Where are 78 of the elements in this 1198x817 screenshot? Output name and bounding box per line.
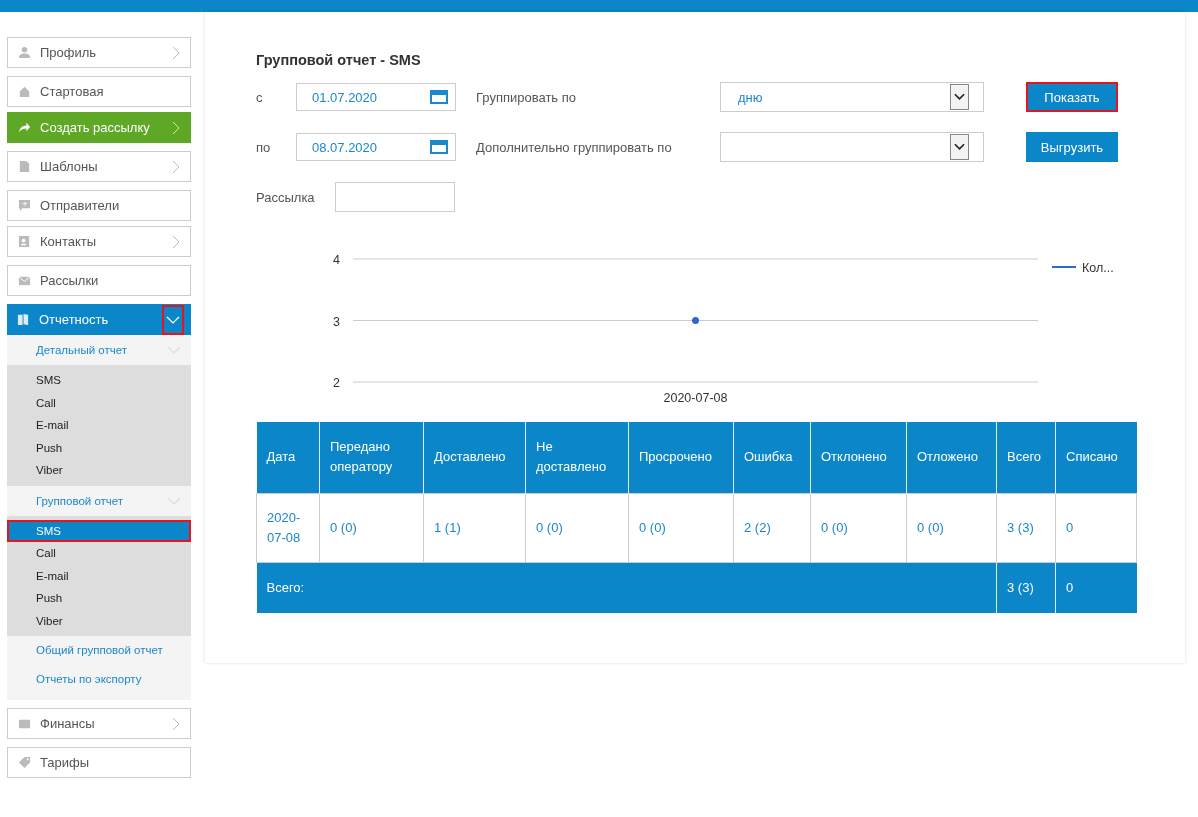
export-button[interactable]: Выгрузить	[1026, 132, 1118, 162]
submenu-item[interactable]: Viber	[7, 459, 191, 482]
submenu-item[interactable]: E-mail	[7, 564, 191, 587]
x-tick-label: 2020-07-08	[663, 391, 728, 405]
totals-cell: 0	[1055, 562, 1137, 613]
table-cell: 2020-07-08	[256, 493, 320, 562]
totals-label: Всего:	[256, 562, 997, 613]
submenu-item[interactable]: Push	[7, 436, 191, 459]
column-header: Дата	[256, 422, 320, 493]
y-tick-label: 3	[333, 314, 340, 329]
totals-cell: 3 (3)	[996, 562, 1056, 613]
data-point	[692, 317, 699, 324]
group-by-select[interactable]: дню	[720, 82, 984, 112]
book-icon	[17, 313, 30, 326]
y-tick-label: 2	[333, 376, 340, 390]
submenu-item[interactable]: Call	[7, 542, 191, 565]
column-header: Списано	[1055, 422, 1137, 493]
table-cell: 0 (0)	[810, 493, 907, 562]
sidebar-item[interactable]: Стартовая	[7, 76, 191, 107]
sidebar-item[interactable]: Отправители	[7, 190, 191, 221]
sidebar-item[interactable]: Рассылки	[7, 265, 191, 296]
mailing-field[interactable]	[334, 182, 455, 212]
group-by-extra-label: Дополнительно группировать по	[475, 139, 673, 155]
table-cell: 0 (0)	[525, 493, 629, 562]
sidebar-item[interactable]: Шаблоны	[7, 151, 191, 182]
submenu-item[interactable]: E-mail	[7, 414, 191, 437]
column-header: Отложено	[906, 422, 997, 493]
table-cell: 1 (1)	[423, 493, 526, 562]
submenu-header[interactable]: Детальный отчет	[7, 335, 191, 365]
document-icon	[18, 160, 31, 173]
home-icon	[18, 85, 31, 98]
legend-label: Кол...	[1082, 261, 1114, 275]
wallet-icon	[18, 717, 31, 730]
legend-line	[1051, 266, 1077, 268]
show-button[interactable]: Показать	[1026, 82, 1118, 112]
sidebar-item[interactable]: Тарифы	[7, 747, 191, 778]
submenu-link[interactable]: Отчеты по экспорту	[7, 665, 191, 700]
chat-icon	[18, 199, 31, 212]
report-title: Групповой отчет - SMS	[256, 52, 422, 68]
tag-icon	[18, 756, 31, 769]
to-label: по	[256, 139, 272, 155]
table-cell: 0	[1055, 493, 1137, 562]
table-cell: 3 (3)	[996, 493, 1056, 562]
column-header: Просрочено	[628, 422, 734, 493]
calendar-icon	[430, 90, 448, 104]
table-cell: 0 (0)	[319, 493, 424, 562]
sidebar-item[interactable]: Контакты	[7, 226, 191, 257]
column-header: Доставлено	[423, 422, 526, 493]
person-icon	[18, 46, 31, 59]
submenu-item[interactable]: SMS	[7, 519, 191, 542]
contact-card-icon	[18, 235, 31, 248]
submenu-item[interactable]: SMS	[7, 369, 191, 392]
column-header: Всего	[996, 422, 1056, 493]
column-header: Ошибка	[733, 422, 811, 493]
mail-icon	[18, 274, 31, 287]
sidebar-item[interactable]: Финансы	[7, 708, 191, 739]
table-cell: 2 (2)	[733, 493, 811, 562]
sidebar-item[interactable]: Отчетность	[7, 304, 191, 335]
group-by-extra-select[interactable]	[720, 132, 984, 162]
table-cell: 0 (0)	[628, 493, 734, 562]
submenu-header[interactable]: Групповой отчет	[7, 485, 191, 516]
mailing-label: Рассылка	[256, 189, 315, 205]
submenu-link[interactable]: Общий групповой отчет	[7, 636, 191, 665]
column-header: Передано оператору	[319, 422, 424, 493]
submenu-item[interactable]: Call	[7, 391, 191, 414]
column-header: Не доставлено	[525, 422, 629, 493]
group-by-label: Группировать по	[475, 89, 577, 105]
submenu-item[interactable]: Viber	[7, 609, 191, 632]
sidebar-item[interactable]: Профиль	[7, 37, 191, 68]
date-field[interactable]: 01.07.2020	[296, 83, 456, 111]
column-header: Отклонено	[810, 422, 907, 493]
calendar-icon	[430, 140, 448, 154]
y-tick-label: 4	[333, 253, 340, 267]
arrow-icon	[18, 121, 31, 134]
from-label: с	[256, 89, 264, 105]
table-cell: 0 (0)	[906, 493, 997, 562]
submenu-item[interactable]: Push	[7, 587, 191, 610]
date-field[interactable]: 08.07.2020	[296, 133, 456, 161]
